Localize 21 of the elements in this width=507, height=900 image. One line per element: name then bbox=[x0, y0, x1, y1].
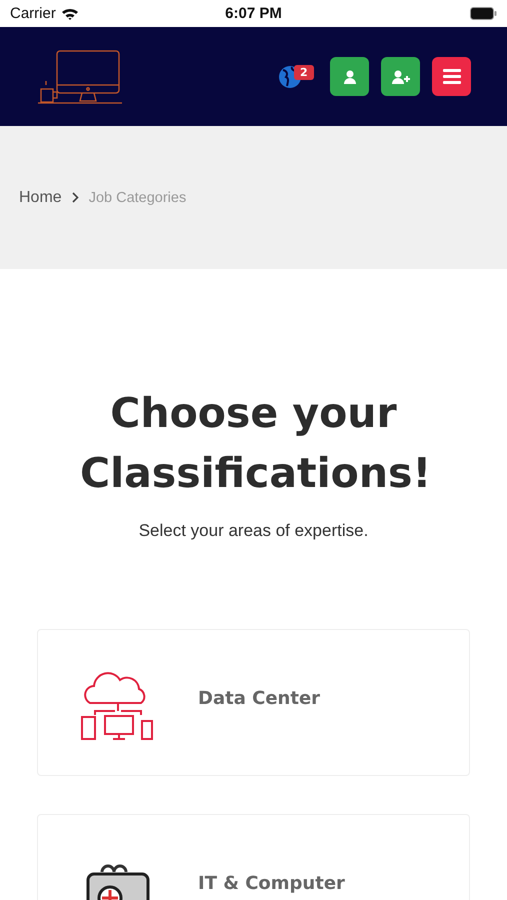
menu-button[interactable] bbox=[432, 57, 471, 96]
battery-icon bbox=[470, 7, 497, 20]
notification-badge: 2 bbox=[294, 64, 314, 80]
carrier-label: Carrier bbox=[10, 5, 56, 22]
category-label: IT & Computer bbox=[198, 873, 345, 894]
category-card[interactable]: Data Center bbox=[37, 629, 470, 776]
chevron-icon bbox=[72, 192, 79, 203]
user-icon bbox=[342, 70, 356, 84]
add-user-button[interactable] bbox=[381, 57, 420, 96]
page-title: Choose your Classifications! bbox=[79, 388, 432, 499]
status-time: 6:07 PM bbox=[225, 5, 282, 22]
category-label: Data Center bbox=[198, 688, 320, 709]
computer-desk-icon[interactable] bbox=[38, 48, 122, 104]
add-user-icon bbox=[391, 70, 410, 84]
notifications-button[interactable]: 2 bbox=[278, 56, 318, 96]
page-subtitle: Select your areas of expertise. bbox=[138, 521, 370, 541]
menu-icon bbox=[442, 69, 460, 84]
breadcrumb-link[interactable]: Home bbox=[19, 188, 62, 206]
profile-button[interactable] bbox=[330, 57, 369, 96]
wifi-icon bbox=[60, 7, 79, 20]
category-card[interactable]: IT & Computer bbox=[37, 814, 470, 900]
